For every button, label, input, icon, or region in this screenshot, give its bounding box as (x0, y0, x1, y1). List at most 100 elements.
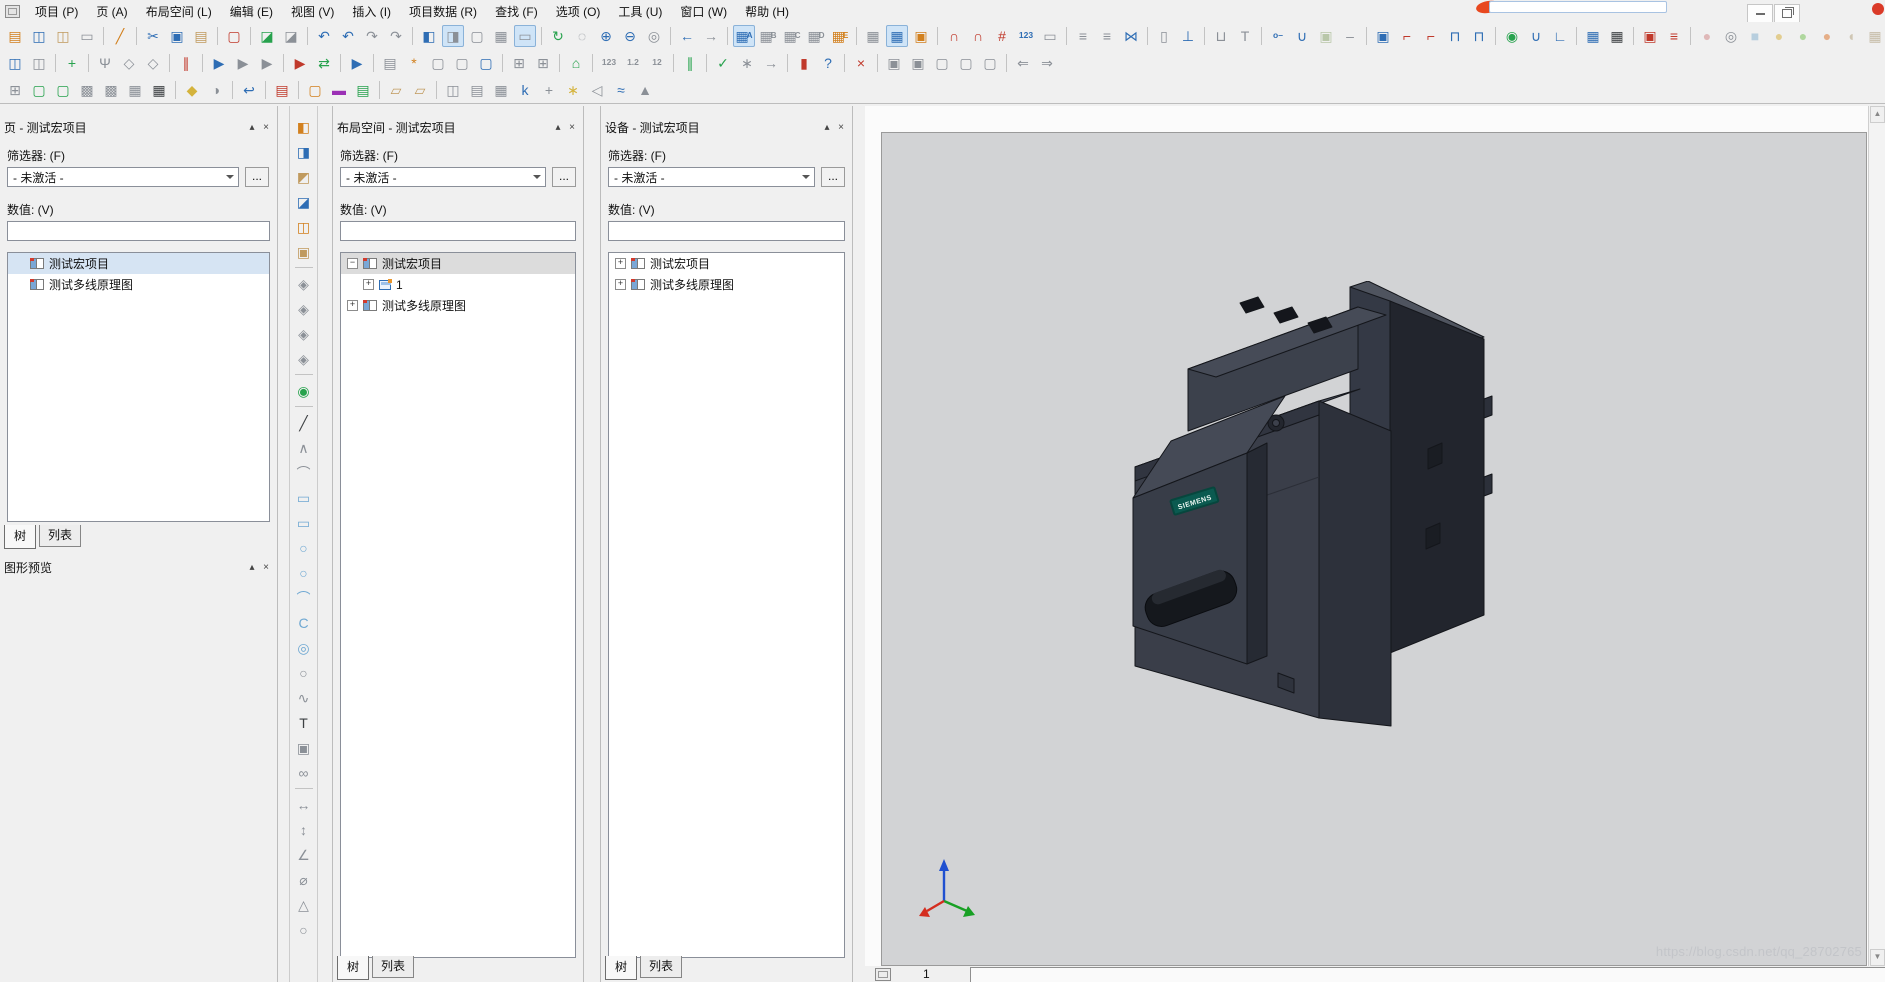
back-icon[interactable]: ← (676, 25, 698, 47)
green-table-icon[interactable]: ▤ (352, 79, 374, 101)
device-box-1-icon[interactable]: ⊞ (508, 52, 530, 74)
value-input[interactable] (7, 221, 270, 241)
place-diamond-4-icon[interactable]: ◈ (292, 347, 316, 370)
view-pink-sphere-icon[interactable]: ● (1696, 25, 1718, 47)
draw-line-icon[interactable]: ╱ (292, 411, 316, 434)
view-blue-plane-icon[interactable]: ■ (1744, 25, 1766, 47)
zoom-out-icon[interactable]: ⊖ (619, 25, 641, 47)
close-icon[interactable]: × (834, 122, 848, 133)
half-circle-icon[interactable]: ◑ (205, 79, 227, 101)
refresh-3d-icon[interactable]: ◉ (292, 379, 316, 402)
vertical-scrollbar[interactable]: ▲ ▼ (1868, 106, 1885, 966)
dim-box-icon[interactable]: ▣ (1372, 25, 1394, 47)
settings-wrench-icon[interactable]: ╱ (109, 25, 131, 47)
home-icon[interactable]: ⌂ (565, 52, 587, 74)
bracket-1-icon[interactable]: ⊓ (1444, 25, 1466, 47)
pattern-1-icon[interactable]: ▩ (76, 79, 98, 101)
page-macro-1-icon[interactable]: ▢ (427, 52, 449, 74)
measure-triangle-icon[interactable]: △ (292, 893, 316, 916)
undo-history-icon[interactable]: ↶ (337, 25, 359, 47)
magnet-2-icon[interactable]: ∩ (967, 25, 989, 47)
wire-dash-icon[interactable]: – (1339, 25, 1361, 47)
measure-diameter-icon[interactable]: ⌀ (292, 868, 316, 891)
layout-space-panel-header[interactable]: 布局空间 - 测试宏项目 ▴ × (333, 118, 583, 136)
arrow-right-box-icon[interactable]: ⇒ (1036, 52, 1058, 74)
tree-row[interactable]: 测试多线原理图 (8, 274, 269, 295)
orange-frame-icon[interactable]: ▢ (304, 79, 326, 101)
place-diamond-3-icon[interactable]: ◈ (292, 322, 316, 345)
chevron-down-icon[interactable] (529, 168, 545, 186)
symbol-tree-icon[interactable]: Ψ (94, 52, 116, 74)
filter-combobox[interactable]: - 未激活 - (340, 167, 546, 187)
view-crescent-icon[interactable]: ◖ (1840, 25, 1862, 47)
tree-row[interactable]: 测试宏项目 (8, 253, 269, 274)
grid-a-icon[interactable]: ▦ A (733, 24, 755, 47)
redo-history-icon[interactable]: ↷ (385, 25, 407, 47)
menu-item-6[interactable]: 插入 (I) (343, 0, 400, 23)
layout-cube-2-icon[interactable]: ◨ (292, 140, 316, 163)
purple-bar-icon[interactable]: ▬ (328, 79, 350, 101)
layout-cube-5-icon[interactable]: ◫ (292, 215, 316, 238)
potential-bars-icon[interactable]: ∥ (175, 52, 197, 74)
draw-rect-2-icon[interactable]: ▭ (292, 511, 316, 534)
nav-swap-icon[interactable]: ⇄ (313, 52, 335, 74)
tab-tree[interactable]: 树 (4, 525, 37, 549)
draw-image-icon[interactable]: ▣ (292, 736, 316, 759)
number-12b-icon[interactable]: 12 (646, 52, 668, 74)
tab-tree[interactable]: 树 (337, 956, 370, 980)
tab-list[interactable]: 列表 (39, 525, 82, 547)
place-diamond-2-icon[interactable]: ◈ (292, 297, 316, 320)
folder-2-icon[interactable]: ▱ (409, 79, 431, 101)
misc-star-icon[interactable]: ∗ (562, 79, 584, 101)
misc-window-icon[interactable]: ◫ (442, 79, 464, 101)
format-paint-on-icon[interactable]: ◪ (256, 25, 278, 47)
chevron-down-icon[interactable] (798, 168, 814, 186)
nav-stop-icon[interactable]: ▶ (289, 52, 311, 74)
measure-v-icon[interactable]: ↕ (292, 818, 316, 841)
align-connect-icon[interactable]: # (991, 25, 1013, 47)
route-l-icon[interactable]: ∟ (1549, 25, 1571, 47)
draw-polyline-icon[interactable]: ∧ (292, 436, 316, 459)
arrow-left-box-icon[interactable]: ⇐ (1012, 52, 1034, 74)
filter-combobox[interactable]: - 未激活 - (7, 167, 239, 187)
box-3-icon[interactable]: ▢ (979, 52, 1001, 74)
bracket-2-icon[interactable]: ⊓ (1468, 25, 1490, 47)
symbol-select-icon[interactable]: ◇ (118, 52, 140, 74)
pin-icon[interactable]: ▴ (245, 562, 259, 573)
pattern-dark-icon[interactable]: ▦ (148, 79, 170, 101)
nav-first-icon[interactable]: ▶ (208, 52, 230, 74)
tree-row[interactable]: + 测试宏项目 (609, 253, 844, 274)
sheet-tab[interactable]: 1 (923, 967, 930, 981)
draw-rect-icon[interactable]: ▭ (292, 486, 316, 509)
open-project-icon[interactable]: ◫ (28, 25, 50, 47)
close-icon[interactable]: × (565, 122, 579, 133)
misc-left-icon[interactable]: ◁ (586, 79, 608, 101)
page-macro-2-icon[interactable]: ▢ (451, 52, 473, 74)
forward-icon[interactable]: → (700, 25, 722, 47)
placement-pin-icon[interactable]: ◉ (1501, 25, 1523, 47)
text-tool-icon[interactable]: T (1234, 25, 1256, 47)
gear-flag-icon[interactable]: ∗ (736, 52, 758, 74)
expander-icon[interactable]: − (347, 258, 358, 269)
window-cascade-icon[interactable]: ◫ (4, 52, 26, 74)
window-tile-icon[interactable]: ◫ (28, 52, 50, 74)
red-table-icon[interactable]: ▤ (271, 79, 293, 101)
plug-symbol-icon[interactable]: ▯ (1153, 25, 1175, 47)
menu-item-5[interactable]: 视图 (V) (282, 0, 343, 23)
misc-plus-icon[interactable]: + (538, 79, 560, 101)
draw-circle-icon[interactable]: ○ (292, 536, 316, 559)
zoom-entire-icon[interactable]: ◎ (643, 25, 665, 47)
grid-e-icon[interactable]: ▦ E (829, 25, 851, 47)
nav-prev-icon[interactable]: ▶ (232, 52, 254, 74)
bend-arrow-icon[interactable]: ↩ (238, 79, 260, 101)
check-flag-icon[interactable]: ✓ (712, 52, 734, 74)
close-icon[interactable]: × (259, 122, 273, 133)
draw-link-icon[interactable]: ∞ (292, 761, 316, 784)
layout-cube-6-icon[interactable]: ▣ (292, 240, 316, 263)
view-box-icon[interactable]: ▦ (1864, 25, 1885, 47)
value-input[interactable] (608, 221, 845, 241)
new-page-icon[interactable]: ▤ (4, 25, 26, 47)
frame-2-icon[interactable]: ▣ (907, 52, 929, 74)
magnet-1-icon[interactable]: ∩ (943, 25, 965, 47)
tree-row[interactable]: +1 (341, 274, 575, 295)
